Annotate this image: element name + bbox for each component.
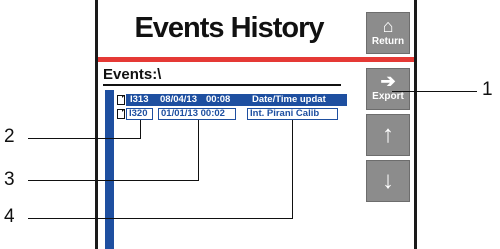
arrow-right-icon: ➔: [380, 71, 396, 91]
return-button[interactable]: ⌂ Return: [366, 12, 410, 54]
callout-line-4-vertical: [292, 120, 293, 219]
event-time: 00:02: [200, 108, 225, 119]
event-time: 00:08: [206, 94, 231, 105]
device-frame-right: [414, 0, 417, 249]
export-button[interactable]: ➔ Export: [366, 68, 410, 110]
page-title: Events History: [134, 12, 324, 44]
event-description: Int. Pirani Calib: [247, 108, 338, 120]
export-button-label: Export: [372, 91, 404, 102]
event-date: 01/01/13: [161, 108, 198, 119]
callout-number-3: 3: [4, 169, 15, 190]
list-scrollbar[interactable]: [105, 90, 114, 249]
event-id: I313: [130, 94, 149, 105]
event-description: Date/Time updat: [252, 94, 326, 105]
callout-number-2: 2: [4, 126, 15, 147]
callout-number-4: 4: [4, 206, 15, 227]
folder-path-label: Events:\: [103, 66, 342, 86]
home-icon: ⌂: [382, 16, 394, 36]
arrow-down-icon: ↓: [382, 167, 394, 194]
table-row[interactable]: I313 08/04/13 00:08 Date/Time updat: [126, 94, 347, 106]
event-date: 08/04/13: [160, 94, 197, 105]
callout-line-1: [392, 91, 477, 92]
table-row[interactable]: I320 01/01/13 00:02 Int. Pirani Calib: [126, 108, 338, 120]
scroll-up-button[interactable]: ↑: [366, 114, 410, 156]
file-icon: [117, 95, 125, 105]
arrow-up-icon: ↑: [382, 121, 394, 148]
file-icon: [117, 109, 125, 119]
callout-line-2-vertical: [140, 120, 141, 138]
callout-line-4: [28, 218, 293, 219]
event-datetime: 01/01/13 00:02: [158, 108, 236, 120]
scroll-down-button[interactable]: ↓: [366, 160, 410, 202]
title-divider: [98, 57, 414, 62]
callout-line-3-vertical: [198, 120, 199, 181]
callout-line-2: [28, 138, 141, 139]
callout-number-1: 1: [482, 79, 493, 100]
callout-line-3: [28, 180, 199, 181]
return-button-label: Return: [371, 36, 405, 47]
event-id: I320: [126, 108, 153, 120]
